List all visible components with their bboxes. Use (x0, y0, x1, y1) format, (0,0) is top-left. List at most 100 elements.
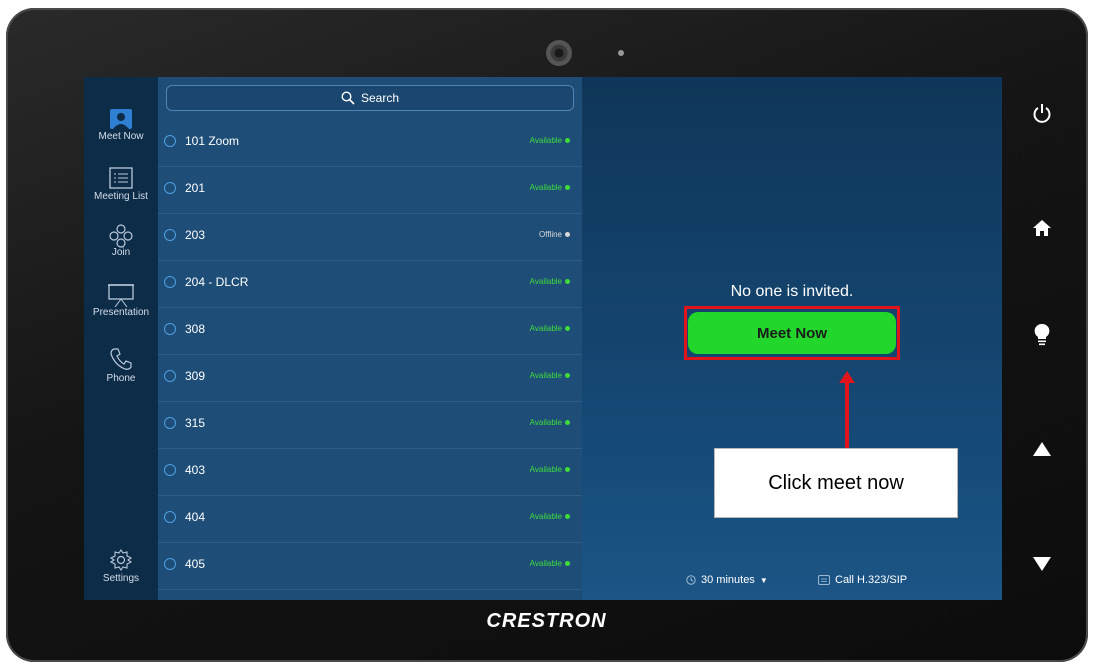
light-bulb-icon[interactable] (1032, 323, 1052, 347)
room-status: Available (530, 512, 570, 521)
nav-item-meeting-list[interactable]: Meeting List (84, 167, 158, 202)
room-name: 204 - DLCR (185, 275, 249, 289)
search-field[interactable]: Search (166, 85, 574, 111)
room-name: 315 (185, 416, 206, 430)
room-name: 309 (185, 369, 206, 383)
room-row[interactable]: 204 - DLCR Available (158, 262, 582, 308)
radio-button[interactable] (164, 558, 176, 570)
room-row[interactable]: 315 Available (158, 403, 582, 449)
person-icon (110, 109, 132, 129)
room-name: 403 (185, 463, 206, 477)
room-name: 101 Zoom (185, 134, 240, 148)
nav-item-phone[interactable]: Phone (84, 347, 158, 384)
down-arrow-icon[interactable] (1032, 556, 1052, 572)
status-dot-icon (565, 467, 570, 473)
radio-button[interactable] (164, 511, 176, 523)
radio-button[interactable] (164, 276, 176, 288)
status-dot-icon (565, 420, 570, 426)
left-nav: Meet Now Meeting List Join Presentation … (84, 77, 158, 600)
room-status-text: Available (529, 512, 562, 521)
search-placeholder: Search (360, 91, 400, 105)
meet-now-panel: No one is invited. Meet Now Click meet n… (582, 77, 1002, 600)
up-arrow-icon[interactable] (1032, 441, 1052, 457)
brand-logo: CRESTRON (486, 610, 607, 632)
radio-button[interactable] (164, 464, 176, 476)
room-row[interactable]: 101 Zoom Available (158, 121, 582, 167)
room-row[interactable]: 403 Available (158, 450, 582, 496)
radio-button[interactable] (164, 229, 176, 241)
room-row[interactable]: 203 Offline (158, 215, 582, 261)
home-icon[interactable] (1032, 219, 1052, 237)
nav-label-phone: Phone (106, 373, 136, 384)
room-status-text: Available (529, 371, 562, 380)
call-sip-button[interactable]: Call H.323/SIP (818, 574, 907, 586)
list-icon (109, 167, 133, 189)
nav-label-presentation: Presentation (92, 307, 150, 318)
phone-icon (110, 348, 132, 370)
nav-item-presentation[interactable]: Presentation (84, 283, 158, 318)
status-dot-icon (565, 232, 570, 238)
gear-icon (110, 549, 132, 571)
room-status-text: Available (529, 418, 562, 427)
call-sip-label: Call H.323/SIP (835, 574, 908, 586)
status-dot-icon (565, 373, 570, 379)
radio-button[interactable] (164, 182, 176, 194)
nav-item-join[interactable]: Join (84, 223, 158, 258)
status-dot-icon (565, 514, 570, 520)
status-dot-icon (565, 326, 570, 332)
room-status: Available (530, 559, 570, 568)
power-icon[interactable] (1032, 103, 1052, 125)
status-dot-icon (565, 279, 570, 285)
nav-label-join: Join (111, 247, 131, 258)
room-status: Available (530, 277, 570, 286)
presentation-icon (108, 284, 134, 307)
light-sensor (618, 50, 624, 56)
room-status-text: Available (529, 183, 562, 192)
room-status: Available (530, 418, 570, 427)
nav-item-settings[interactable]: Settings (84, 549, 158, 584)
room-status-text: Available (529, 277, 562, 286)
room-status-text: Available (529, 465, 562, 474)
room-name: 203 (185, 228, 206, 242)
annotation-arrow-line (845, 382, 849, 450)
room-status-text: Offline (539, 230, 562, 239)
room-name: 405 (185, 557, 206, 571)
radio-button[interactable] (164, 135, 176, 147)
duration-label: 30 minutes (701, 574, 755, 586)
no-invite-message: No one is invited. (730, 283, 854, 300)
room-name: 308 (185, 322, 206, 336)
room-status: Available (530, 465, 570, 474)
keypad-icon (818, 575, 830, 585)
radio-button[interactable] (164, 323, 176, 335)
nav-item-meet-now[interactable]: Meet Now (84, 109, 158, 142)
room-row[interactable]: 405 Available (158, 544, 582, 590)
room-status: Available (530, 371, 570, 380)
room-row[interactable]: 308 Available (158, 309, 582, 355)
room-status: Offline (539, 230, 570, 239)
nav-label-settings: Settings (102, 573, 140, 584)
status-dot-icon (565, 561, 570, 567)
chevron-down-icon: ▼ (759, 575, 768, 585)
room-status-text: Available (529, 136, 562, 145)
room-status: Available (530, 183, 570, 192)
room-list-panel: Search 101 Zoom Available 201 Available 203 O… (158, 77, 582, 600)
room-row[interactable]: 404 Available (158, 497, 582, 543)
room-name: 201 (185, 181, 206, 195)
status-dot-icon (565, 138, 570, 144)
join-icon (109, 224, 133, 248)
radio-button[interactable] (164, 417, 176, 429)
room-status-text: Available (529, 559, 562, 568)
duration-dropdown[interactable]: 30 minutes ▼ (686, 574, 768, 586)
nav-label-meet-now: Meet Now (98, 131, 144, 142)
room-status: Available (530, 324, 570, 333)
touch-screen: Meet Now Meeting List Join Presentation … (84, 77, 1002, 600)
meet-now-button[interactable]: Meet Now (688, 312, 896, 354)
room-status: Available (530, 136, 570, 145)
radio-button[interactable] (164, 370, 176, 382)
nav-label-meeting-list: Meeting List (94, 191, 148, 202)
search-icon (341, 91, 355, 105)
callout-box: Click meet now (714, 448, 958, 518)
status-dot-icon (565, 185, 570, 191)
room-row[interactable]: 309 Available (158, 356, 582, 402)
room-row[interactable]: 201 Available (158, 168, 582, 214)
